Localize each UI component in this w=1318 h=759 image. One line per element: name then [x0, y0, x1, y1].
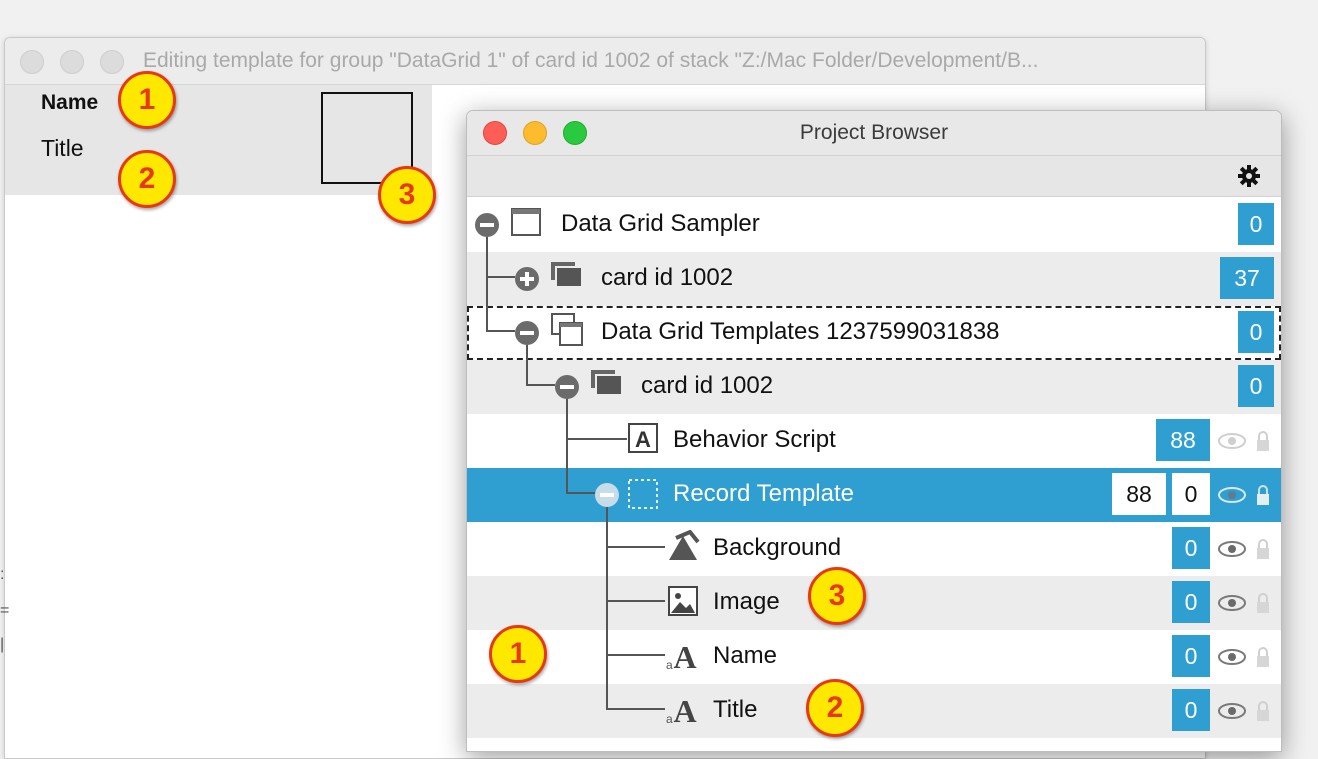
card-icon	[591, 370, 623, 396]
svg-text:A: A	[673, 639, 696, 671]
tree-row-label: Data Grid Sampler	[561, 210, 760, 237]
tree-row-stack[interactable]: Data Grid Sampler 0	[467, 198, 1281, 252]
callout-marker: 2	[806, 679, 864, 737]
underlying-window-fragment: |	[0, 636, 5, 653]
tree-row-label: Record Template	[673, 480, 854, 507]
record-template-area[interactable]: Name Title	[5, 85, 432, 195]
close-button-inactive[interactable]	[20, 50, 44, 74]
stack-icon	[551, 313, 583, 346]
object-count-badge: 37	[1220, 257, 1274, 299]
tree-row-card[interactable]: card id 1002 37	[467, 252, 1281, 306]
object-count-badge: 0	[1238, 311, 1274, 353]
tree-row-label: Data Grid Templates 1237599031838	[601, 318, 1000, 345]
tree-row-record-template[interactable]: Record Template 88 0	[467, 468, 1281, 522]
collapse-toggle[interactable]	[595, 483, 619, 507]
object-count-badge: 0	[1172, 689, 1210, 731]
callout-marker: 2	[118, 150, 176, 208]
object-count-badge: 0	[1172, 581, 1210, 623]
tree-row-label: card id 1002	[641, 372, 774, 399]
lock-icon[interactable]	[1255, 483, 1271, 507]
project-browser-toolbar	[467, 156, 1281, 197]
visibility-eye-icon[interactable]	[1217, 701, 1247, 721]
visibility-eye-icon[interactable]	[1217, 539, 1247, 559]
field-icon: a A	[666, 639, 697, 671]
object-count-badge: 0	[1172, 473, 1210, 515]
tree-row-behavior-script[interactable]: A Behavior Script 88	[467, 414, 1281, 468]
svg-text:a: a	[666, 658, 673, 671]
zoom-button-inactive[interactable]	[100, 50, 124, 74]
script-icon: A	[628, 423, 658, 453]
object-count-badge: 0	[1172, 527, 1210, 569]
gear-icon[interactable]	[1237, 164, 1261, 188]
stack-icon	[511, 208, 541, 236]
tree-row-card[interactable]: card id 1002 0	[467, 360, 1281, 414]
template-title-field[interactable]: Title	[41, 135, 84, 162]
image-icon	[668, 586, 698, 616]
script-lines-badge: 88	[1156, 419, 1210, 461]
callout-marker: 1	[118, 71, 176, 129]
visibility-eye-icon[interactable]	[1217, 431, 1247, 451]
tree-row-label: Behavior Script	[673, 426, 836, 453]
project-browser-window: Project Browser Data Grid Sampler 0 card…	[466, 110, 1282, 752]
template-editor-title: Editing template for group "DataGrid 1" …	[143, 49, 1039, 72]
visibility-eye-icon[interactable]	[1217, 593, 1247, 613]
lock-icon[interactable]	[1255, 537, 1271, 561]
object-count-badge: 0	[1238, 203, 1274, 245]
project-browser-titlebar[interactable]: Project Browser	[467, 111, 1281, 156]
minimize-button-inactive[interactable]	[60, 50, 84, 74]
lock-icon[interactable]	[1255, 645, 1271, 669]
lock-icon[interactable]	[1255, 429, 1271, 453]
script-lines-badge: 88	[1112, 473, 1166, 515]
object-count-badge: 0	[1172, 635, 1210, 677]
collapse-toggle[interactable]	[555, 375, 579, 399]
tree-row-name-field[interactable]: a A Name 0	[467, 630, 1281, 684]
tree-row-background[interactable]: Background 0	[467, 522, 1281, 576]
tree-row-label: card id 1002	[601, 264, 734, 291]
lock-icon[interactable]	[1255, 591, 1271, 615]
object-count-badge: 0	[1238, 365, 1274, 407]
callout-marker: 3	[808, 567, 866, 625]
project-browser-title: Project Browser	[799, 121, 949, 144]
tree-row-label: Name	[713, 642, 778, 669]
svg-text:A: A	[673, 693, 696, 725]
tree-row-substack[interactable]: Data Grid Templates 1237599031838 0	[467, 306, 1281, 360]
underlying-window-fragment: =	[0, 602, 10, 619]
lock-icon[interactable]	[1255, 699, 1271, 723]
tree-row-label: Title	[713, 696, 758, 723]
svg-text:A: A	[635, 427, 651, 452]
callout-marker: 1	[489, 625, 547, 683]
template-group-icon	[628, 479, 658, 509]
collapse-toggle[interactable]	[515, 321, 539, 345]
collapse-toggle[interactable]	[475, 213, 499, 237]
template-editor-titlebar[interactable]: Editing template for group "DataGrid 1" …	[5, 38, 1205, 85]
card-icon	[551, 262, 583, 288]
svg-text:a: a	[666, 712, 673, 725]
visibility-eye-icon[interactable]	[1217, 485, 1247, 505]
graphic-icon	[669, 530, 700, 560]
underlying-window-fragment: :	[0, 566, 5, 583]
tree-row-label: Image	[713, 588, 780, 615]
callout-marker: 3	[378, 166, 436, 224]
tree-row-image[interactable]: Image 0	[467, 576, 1281, 630]
tree-row-title-field[interactable]: a A Title 0	[467, 684, 1281, 738]
field-icon: a A	[666, 693, 697, 725]
template-name-field[interactable]: Name	[41, 91, 98, 115]
visibility-eye-icon[interactable]	[1217, 647, 1247, 667]
expand-toggle[interactable]	[515, 267, 539, 291]
tree-row-label: Background	[713, 534, 842, 561]
